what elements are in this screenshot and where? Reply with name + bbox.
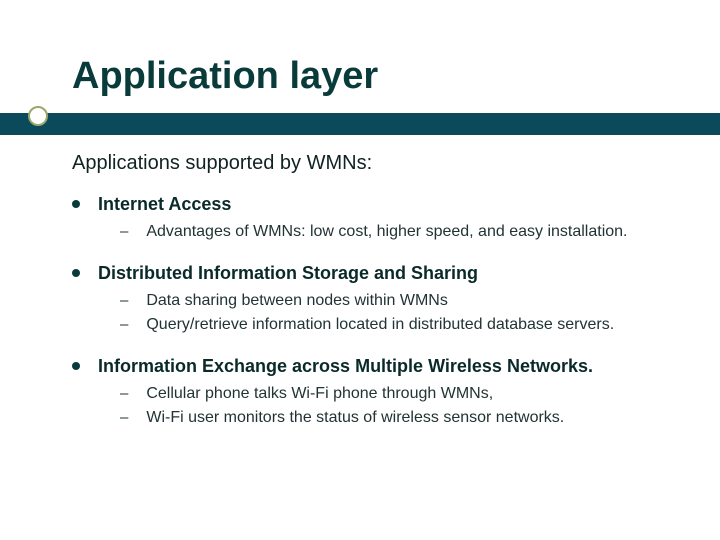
- sub-text: Advantages of WMNs: low cost, higher spe…: [146, 221, 627, 243]
- dash-icon: –: [120, 221, 128, 243]
- sub-text: Cellular phone talks Wi-Fi phone through…: [146, 383, 493, 405]
- title-area: Application layer: [72, 55, 680, 98]
- dash-icon: –: [120, 290, 128, 312]
- sub-text: Wi-Fi user monitors the status of wirele…: [146, 407, 564, 429]
- bullet-row: Information Exchange across Multiple Wir…: [72, 356, 680, 377]
- slide-title: Application layer: [72, 55, 680, 98]
- accent-bar: [0, 113, 720, 135]
- content-area: Internet Access – Advantages of WMNs: lo…: [72, 194, 680, 449]
- bullet-icon: [72, 269, 80, 277]
- bullet-icon: [72, 200, 80, 208]
- sub-item: – Query/retrieve information located in …: [120, 314, 680, 336]
- slide: Application layer Applications supported…: [0, 0, 720, 540]
- slide-subtitle: Applications supported by WMNs:: [72, 152, 372, 175]
- bullet-label: Distributed Information Storage and Shar…: [98, 263, 478, 284]
- sub-list: – Cellular phone talks Wi-Fi phone throu…: [120, 383, 680, 429]
- dash-icon: –: [120, 383, 128, 405]
- sub-item: – Wi-Fi user monitors the status of wire…: [120, 407, 680, 429]
- sub-item: – Data sharing between nodes within WMNs: [120, 290, 680, 312]
- sub-text: Data sharing between nodes within WMNs: [146, 290, 447, 312]
- sub-item: – Cellular phone talks Wi-Fi phone throu…: [120, 383, 680, 405]
- list-item: Information Exchange across Multiple Wir…: [72, 356, 680, 429]
- dash-icon: –: [120, 407, 128, 429]
- bullet-label: Internet Access: [98, 194, 231, 215]
- sub-list: – Advantages of WMNs: low cost, higher s…: [120, 221, 680, 243]
- bullet-row: Internet Access: [72, 194, 680, 215]
- sub-text: Query/retrieve information located in di…: [146, 314, 614, 336]
- bullet-icon: [72, 362, 80, 370]
- sub-item: – Advantages of WMNs: low cost, higher s…: [120, 221, 680, 243]
- sub-list: – Data sharing between nodes within WMNs…: [120, 290, 680, 336]
- accent-circle-icon: [28, 106, 48, 126]
- bullet-label: Information Exchange across Multiple Wir…: [98, 356, 593, 377]
- list-item: Internet Access – Advantages of WMNs: lo…: [72, 194, 680, 243]
- dash-icon: –: [120, 314, 128, 336]
- bullet-row: Distributed Information Storage and Shar…: [72, 263, 680, 284]
- list-item: Distributed Information Storage and Shar…: [72, 263, 680, 336]
